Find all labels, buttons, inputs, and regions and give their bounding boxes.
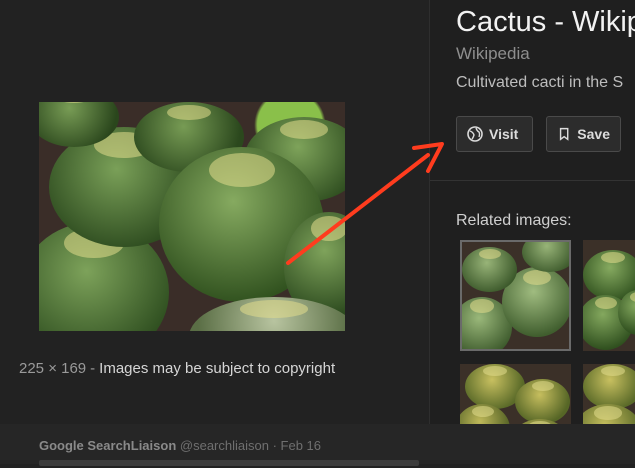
tweet-author[interactable]: Google SearchLiaison [39,438,176,453]
save-button[interactable]: Save [546,116,621,152]
image-dimensions: 225 × 169 [19,360,87,377]
result-caption: Cultivated cacti in the S [456,74,624,91]
visit-label: Visit [489,126,519,142]
details-panel: Cactus - Wikip Wikipedia Cultivated cact… [430,0,635,464]
image-preview-pane: 225 × 169- Images may be subject to copyr… [0,0,430,464]
cactus-main-image[interactable] [39,102,345,331]
section-divider [430,180,635,181]
related-images-heading: Related images: [456,212,572,229]
visit-button[interactable]: Visit [456,116,533,152]
cactus-shape [515,379,570,424]
tweet-handle[interactable]: @searchliaison [180,438,269,453]
bookmark-icon [559,127,569,141]
tweet-header: Google SearchLiaison @searchliaison · Fe… [39,438,321,453]
cactus-shape [583,364,635,409]
save-label: Save [577,126,610,142]
tweet-date: · Feb 16 [272,438,322,453]
result-source[interactable]: Wikipedia [456,44,530,64]
related-image-thumbnail[interactable] [583,240,635,351]
result-title[interactable]: Cactus - Wikip [456,6,635,39]
tweet-text-obscured [39,458,419,468]
copyright-notice: Images may be subject to copyright [99,360,336,377]
cactus-shape [462,247,517,292]
image-meta: 225 × 169- Images may be subject to copyr… [19,360,335,377]
globe-icon [467,126,483,142]
meta-separator: - [90,360,96,377]
related-image-thumbnail[interactable] [460,240,571,351]
